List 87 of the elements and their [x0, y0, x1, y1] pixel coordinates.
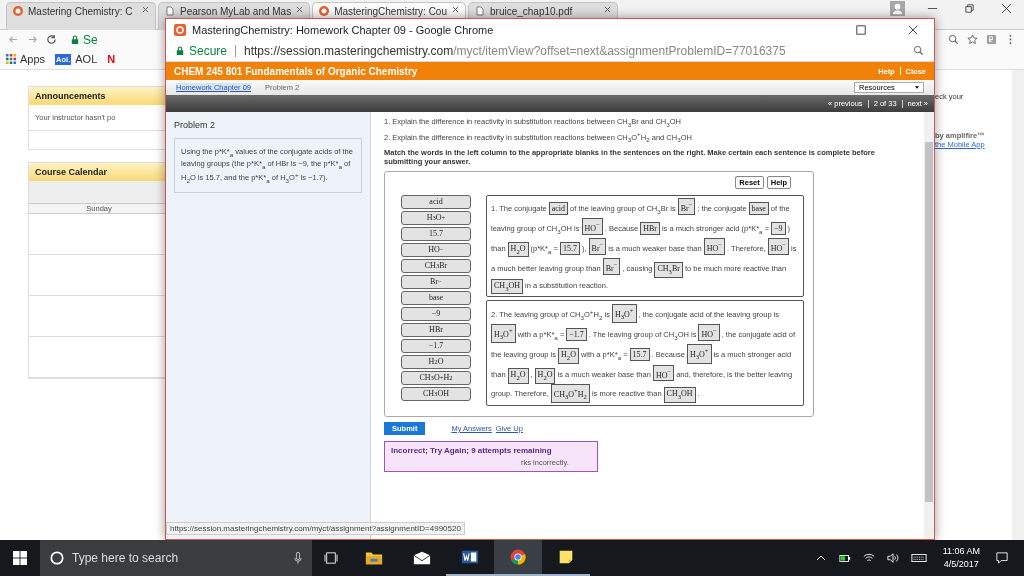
bookmark[interactable]: N [107, 53, 116, 65]
logo-icon [319, 6, 330, 16]
task-view-icon[interactable] [324, 552, 338, 564]
feedback-title: Incorrect; Try Again; 9 attempts remaining [391, 446, 553, 455]
answer-blank[interactable]: HO$^{−}$ [581, 218, 603, 235]
close-icon[interactable] [296, 6, 304, 13]
keyboard-icon[interactable] [910, 552, 927, 564]
answer-blank[interactable]: Br$^{−}$ [602, 258, 621, 275]
answer-blank[interactable]: acid [548, 201, 569, 215]
answer-blank[interactable]: CH$_{3}$O$^{+}$H$_{2}$ [550, 383, 590, 403]
answer-blank[interactable]: CH$_{3}$Br [654, 262, 683, 278]
answer-blank[interactable]: HO$^{−}$ [767, 238, 789, 255]
sticky-note-icon [557, 549, 575, 565]
status-url: https://session.masteringchemistry.com/myct/assignment?assignmentID=4990520 [166, 522, 465, 535]
url-text: https://session.masteringchemistry.com/myct/itemView?offset=next&assignmentProblemID=77016375 [244, 43, 786, 58]
star-icon[interactable] [967, 34, 978, 45]
word-tile[interactable]: acid [401, 194, 471, 209]
close-icon[interactable] [452, 6, 459, 13]
answer-blank[interactable]: H$_{2}$O [558, 348, 579, 364]
search-field[interactable]: Type here to search [40, 540, 312, 576]
maximize-icon[interactable] [856, 24, 866, 35]
answer-blank[interactable]: −9 [771, 221, 786, 235]
lock-icon [71, 34, 79, 45]
close-icon[interactable] [908, 24, 918, 35]
secure-label: Secure [189, 43, 228, 58]
answer-blank[interactable]: base [748, 201, 769, 215]
answer-blank[interactable]: −1.7 [566, 327, 587, 341]
circle-icon [50, 551, 64, 565]
logo-icon [13, 6, 23, 16]
wifi-icon[interactable] [862, 552, 875, 564]
reload-icon[interactable] [46, 34, 57, 45]
page-icon [165, 6, 175, 16]
extension-icon[interactable] [986, 34, 997, 45]
microphone-icon[interactable] [294, 552, 302, 564]
answer-blank[interactable]: 15.7 [559, 241, 580, 255]
answer-blank[interactable]: H$_{2}$O [507, 241, 529, 258]
document-icon [461, 549, 479, 565]
answer-blank[interactable]: CH$_{3}$OH [663, 387, 696, 403]
answer-blank[interactable]: Br$^{−}$ [677, 197, 696, 215]
answer-blank[interactable]: CH$_{3}$OH [491, 278, 523, 295]
browser-tab[interactable]: Mastering Chemistry: C [6, 2, 156, 30]
answer-blank[interactable]: HO$^{−}$ [703, 238, 726, 255]
bookmark[interactable]: Apps [6, 53, 46, 65]
answer-blank[interactable]: 15.7 [629, 348, 650, 361]
close-icon[interactable] [142, 6, 149, 13]
problem-title: Problem 2 [174, 120, 217, 130]
battery-icon[interactable] [838, 552, 851, 564]
lock-icon [176, 45, 184, 56]
answer-blank[interactable]: H$_{2}$O [534, 368, 556, 384]
secure-label: Se [83, 32, 98, 47]
zoom-icon[interactable] [948, 34, 959, 45]
scrollbar[interactable] [1012, 70, 1024, 540]
close-icon[interactable] [604, 6, 611, 13]
notification-icon[interactable] [996, 552, 1008, 564]
answer-blank[interactable]: HO$^{−}$ [652, 364, 675, 382]
caret-icon [915, 86, 919, 89]
word-tile[interactable]: HBr [401, 322, 471, 337]
answer-blank[interactable]: H$_{3}$O$^{+}$ [686, 344, 712, 364]
answer-blank[interactable]: H$_{2}$O [507, 368, 529, 384]
clock-time[interactable]: 11:06 AM [942, 545, 980, 558]
word-tile[interactable]: 15.7 [401, 226, 471, 241]
grid-icon [6, 54, 16, 64]
answer-blank[interactable]: HBr [640, 221, 660, 235]
logo-icon [174, 23, 186, 36]
answer-blank[interactable]: H$_{3}$O$^{+}$ [611, 304, 637, 324]
restore-icon[interactable] [964, 3, 975, 14]
word-tile[interactable]: −1.7 [401, 338, 471, 353]
windows-logo-icon[interactable] [13, 551, 27, 565]
folder-icon [365, 550, 383, 566]
address-bar[interactable]: Se [71, 32, 98, 47]
scrollbar[interactable] [924, 112, 934, 539]
profile-icon[interactable] [890, 1, 905, 16]
answer-blank[interactable]: H$_{3}$O$^{+}$ [491, 324, 516, 344]
answer-blank[interactable]: HO$^{−}$ [698, 324, 720, 341]
envelope-icon [413, 550, 431, 566]
word-tile[interactable]: −9 [401, 306, 471, 321]
page-icon [475, 6, 485, 16]
browser-icon [509, 549, 527, 565]
close-icon[interactable] [1001, 3, 1012, 14]
zoom-icon[interactable] [913, 45, 924, 56]
word-tile[interactable]: base [401, 290, 471, 305]
speaker-icon[interactable] [886, 552, 899, 564]
bookmark-label: AOL [75, 53, 98, 65]
taskbar-app[interactable] [494, 540, 542, 576]
course-title: CHEM 245 801 Fundamentals of Organic Chemistry [174, 65, 418, 77]
answer-blank[interactable]: Br$^{−}$ [588, 238, 607, 255]
clock-date[interactable]: 4/5/2017 [943, 558, 979, 571]
